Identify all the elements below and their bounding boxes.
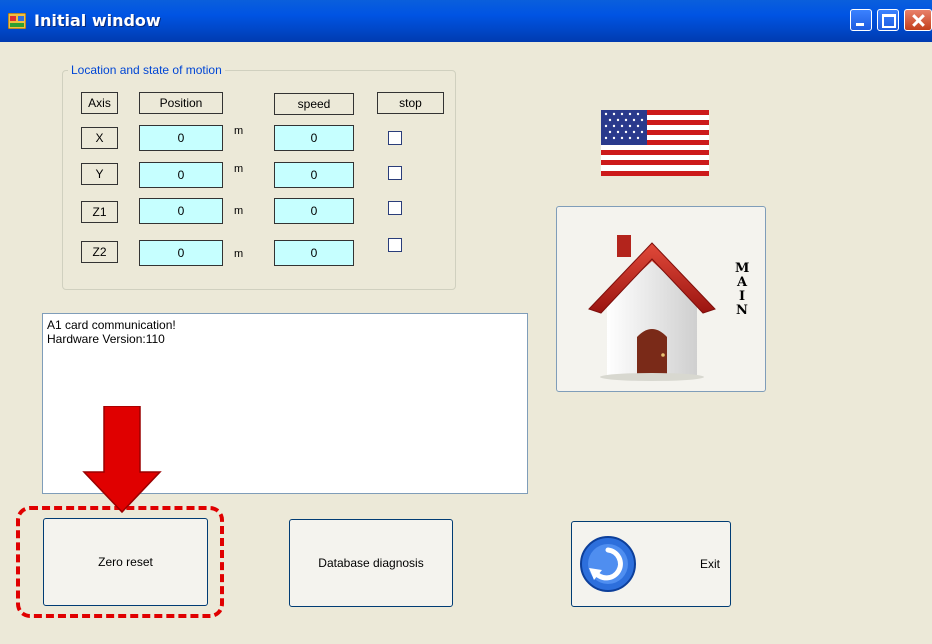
exit-label: Exit <box>699 557 720 571</box>
axis-label-z1: Z1 <box>81 201 118 223</box>
close-button[interactable] <box>904 9 932 31</box>
log-line: Hardware Version:110 <box>47 332 165 346</box>
database-diagnosis-label: Database diagnosis <box>318 556 424 570</box>
minimize-button[interactable] <box>850 9 872 31</box>
position-field-y[interactable]: 0 <box>139 162 223 188</box>
stop-checkbox-z1[interactable] <box>388 201 402 215</box>
groupbox-title: Location and state of motion <box>68 63 225 77</box>
speed-field-z1[interactable]: 0 <box>274 198 354 224</box>
position-field-x[interactable]: 0 <box>139 125 223 151</box>
main-label: M A I N <box>735 262 749 318</box>
log-line: A1 card communication! <box>47 318 176 332</box>
main-letter: M <box>735 261 750 276</box>
stop-checkbox-z2[interactable] <box>388 238 402 252</box>
stop-checkbox-y[interactable] <box>388 166 402 180</box>
main-letter: I <box>738 289 746 304</box>
header-axis: Axis <box>81 92 118 114</box>
arrow-down-icon <box>82 406 162 514</box>
unit-label-y: m <box>234 163 244 175</box>
header-position: Position <box>139 92 223 114</box>
header-speed: speed <box>274 93 354 115</box>
speed-field-z2[interactable]: 0 <box>274 240 354 266</box>
position-field-z2[interactable]: 0 <box>139 240 223 266</box>
title-bar: Initial window <box>0 0 932 42</box>
speed-field-x[interactable]: 0 <box>274 125 354 151</box>
speed-field-y[interactable]: 0 <box>274 162 354 188</box>
unit-label-z1: m <box>234 205 244 217</box>
unit-label-x: m <box>234 125 244 137</box>
refresh-icon <box>580 536 636 592</box>
us-flag-icon[interactable] <box>601 110 709 176</box>
axis-label-z2: Z2 <box>81 241 118 263</box>
axis-label-x: X <box>81 127 118 149</box>
stop-checkbox-x[interactable] <box>388 131 402 145</box>
main-letter: N <box>736 303 748 318</box>
exit-button[interactable]: Exit <box>571 521 731 607</box>
main-letter: A <box>736 275 748 290</box>
unit-label-z2: m <box>234 248 244 260</box>
app-icon <box>8 13 26 29</box>
position-field-z1[interactable]: 0 <box>139 198 223 224</box>
highlight-box <box>16 506 224 618</box>
window-title: Initial window <box>34 11 161 30</box>
header-stop: stop <box>377 92 444 114</box>
database-diagnosis-button[interactable]: Database diagnosis <box>289 519 453 607</box>
house-icon <box>588 235 716 381</box>
axis-label-y: Y <box>81 163 118 185</box>
maximize-button[interactable] <box>877 9 899 31</box>
